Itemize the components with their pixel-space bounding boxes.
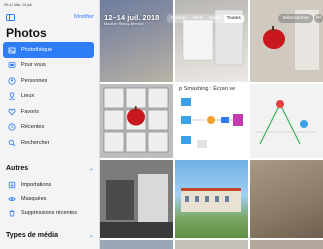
segment-all[interactable]: Toutes [223, 14, 244, 23]
segment-days[interactable]: Jours [206, 15, 224, 23]
section-media-types[interactable]: Types de média ⌄ [6, 229, 94, 241]
section-autres-title: Autres [6, 164, 29, 172]
sidebar-item-for-you[interactable]: Pour vous [3, 58, 94, 74]
heart-icon [8, 108, 16, 116]
map-pin-icon [8, 92, 16, 100]
chevron-down-icon: ⌄ [88, 232, 94, 239]
grid-toolbar: 12–14 juil. 2018 Moulton Riding-Brentch … [100, 10, 323, 32]
sidebar-item-label: Masquées [21, 196, 47, 202]
sidebar-toggle-icon[interactable] [6, 14, 15, 21]
sidebar-list: Photothèque Pour vous Personnes Lieux Fa… [3, 42, 94, 151]
eye-hidden-icon [8, 195, 16, 203]
search-icon [8, 139, 16, 147]
sidebar-item-recent[interactable]: Récentes [3, 120, 94, 136]
sidebar-item-favorites[interactable]: Favoris [3, 104, 94, 120]
view-segmented-control: Années Mois Jours Toutes [167, 14, 245, 23]
photo-grid-area: p Smashing : Écran ve 12–14 juil. 2018 M… [100, 0, 323, 249]
sidebar-item-hidden[interactable]: Masquées [3, 192, 94, 206]
sidebar-item-label: Récentes [21, 124, 45, 131]
segment-months[interactable]: Mois [190, 15, 206, 23]
modify-button[interactable]: Modifier [74, 14, 94, 20]
sidebar-item-search[interactable]: Rechercher [3, 135, 94, 151]
date-title: 12–14 juil. 2018 [104, 13, 160, 22]
photo-thumbnail[interactable] [250, 240, 323, 249]
select-button[interactable]: Sélectionner [278, 14, 313, 23]
sidebar-item-label: Photothèque [21, 46, 53, 53]
photo-thumbnail[interactable] [100, 240, 173, 249]
people-icon [8, 77, 16, 85]
section-media-title: Types de média [6, 231, 59, 239]
sidebar-item-label: Pour vous [21, 62, 46, 69]
sidebar-item-label: Personnes [21, 77, 48, 84]
autres-list: Importations Masquées Suppressions récen… [3, 178, 94, 220]
for-you-icon [8, 61, 16, 69]
photo-thumbnail[interactable] [100, 160, 173, 238]
more-icon[interactable]: ••• [314, 14, 323, 23]
sidebar-item-imports[interactable]: Importations [3, 178, 94, 192]
photo-grid: p Smashing : Écran ve [100, 0, 323, 249]
import-icon [8, 181, 16, 189]
photo-library-icon [8, 46, 16, 54]
photo-thumbnail[interactable] [175, 240, 248, 249]
sidebar-header: Modifier [6, 14, 94, 24]
sidebar-item-label: Favoris [21, 108, 40, 115]
sidebar-item-people[interactable]: Personnes [3, 73, 94, 89]
photo-thumbnail[interactable] [175, 160, 248, 238]
sidebar-item-label: Importations [21, 182, 52, 188]
sidebar-item-label: Lieux [21, 93, 35, 100]
status-bar: 09:41 Mar. 14 juil. [4, 3, 33, 7]
date-subtitle: Moulton Riding-Brentch [104, 22, 144, 26]
chevron-down-icon: ⌄ [88, 165, 94, 172]
section-autres[interactable]: Autres ⌄ [6, 162, 94, 174]
photo-thumbnail[interactable]: p Smashing : Écran ve [175, 84, 248, 158]
sidebar-title: Photos [6, 26, 47, 40]
photo-thumbnail[interactable] [250, 84, 323, 158]
sidebar-item-photo-library[interactable]: Photothèque [3, 42, 94, 58]
segment-years[interactable]: Années [168, 15, 190, 23]
sidebar: 09:41 Mar. 14 juil. Modifier Photos Phot… [0, 0, 100, 249]
sidebar-item-label: Suppressions récentes [21, 210, 77, 216]
trash-icon [8, 209, 16, 217]
sidebar-item-recently-deleted[interactable]: Suppressions récentes [3, 206, 94, 220]
clock-icon [8, 123, 16, 131]
sidebar-item-places[interactable]: Lieux [3, 89, 94, 105]
sidebar-item-label: Rechercher [21, 139, 50, 146]
photo-thumbnail[interactable] [250, 160, 323, 238]
photo-thumbnail[interactable] [100, 84, 173, 158]
